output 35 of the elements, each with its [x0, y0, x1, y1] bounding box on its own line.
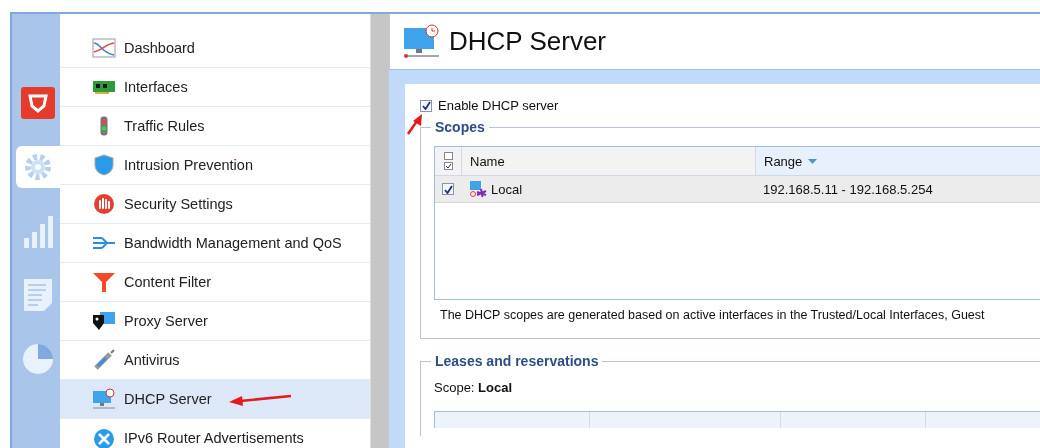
checkbox-label: Enable DHCP server: [438, 98, 559, 113]
row-checkbox[interactable]: [442, 183, 454, 195]
network-scope-icon: [469, 180, 487, 198]
pie-chart-icon: [22, 343, 54, 375]
table-row[interactable]: Local 192.168.5.11 - 192.168.5.254: [435, 176, 1040, 203]
gear-icon: [23, 152, 53, 182]
page-title: DHCP Server: [449, 26, 606, 57]
scrollbar[interactable]: [370, 14, 389, 448]
table-cell-text: 192.168.5.11 - 192.168.5.254: [762, 181, 934, 197]
enable-checkbox[interactable]: [420, 99, 432, 112]
traffic-light-icon: [100, 116, 108, 136]
shield-icon: [21, 87, 55, 119]
monitor-clock-icon: [92, 388, 116, 410]
monitor-clock-icon: [403, 23, 441, 60]
hand-icon: [92, 193, 116, 215]
network-icon: [92, 427, 116, 448]
mask-monitor-icon: [92, 310, 116, 332]
document-icon: [23, 278, 53, 312]
group-title: Scopes: [431, 119, 489, 135]
annotation-arrow: [406, 112, 424, 136]
select-all-icon[interactable]: [443, 152, 453, 170]
chart-icon: [92, 37, 116, 59]
scope-label: Scope:: [434, 380, 476, 395]
shield-icon: [92, 154, 116, 176]
sort-caret-icon: [808, 158, 818, 164]
funnel-icon: [92, 271, 116, 293]
annotation-arrow: [228, 393, 292, 407]
bar-chart-icon: [23, 214, 53, 248]
nav-item[interactable]: DHCP Server: [60, 380, 370, 419]
syringe-icon: [92, 349, 116, 371]
column-header[interactable]: Range: [755, 147, 1040, 175]
group-title: Leases and reservations: [431, 353, 603, 369]
help-text: The DHCP scopes are generated based on active interfaces in the Trusted/Local Interfaces, Guest: [439, 307, 986, 324]
scope-value: Local: [478, 380, 513, 395]
scope-name: Local: [491, 181, 523, 197]
